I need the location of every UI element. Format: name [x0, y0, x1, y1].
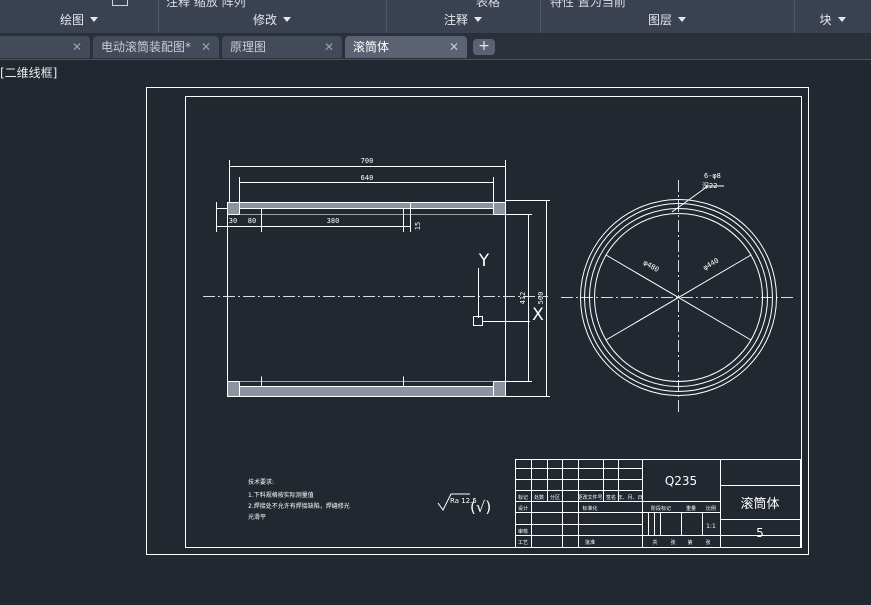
- dim-inner-length: 640: [361, 174, 374, 182]
- tb-sheets: 第: [687, 539, 692, 546]
- dim-overall-length: 700: [361, 157, 374, 165]
- tab-label: 电动滚筒装配图*: [101, 40, 192, 54]
- ribbon-group-title[interactable]: 绘图: [60, 13, 84, 27]
- tb-label-standard: 标准化: [582, 505, 597, 512]
- roughness-symbol: Ra 12.5 (√): [437, 493, 491, 516]
- ribbon-draw-top-icon[interactable]: [112, 0, 128, 10]
- tb-header: 年、月、日: [617, 494, 642, 501]
- roughness-suffix: (√): [470, 498, 491, 516]
- file-tab-bar: ✕ 电动滚筒装配图* ✕ 原理图 ✕ 滚筒体 ✕: [0, 34, 871, 60]
- tb-header: 处数: [534, 494, 544, 501]
- ribbon-group-title[interactable]: 修改: [253, 13, 277, 27]
- tab-schematic[interactable]: 原理图 ✕: [222, 36, 342, 58]
- tb-header: 签名: [606, 494, 616, 501]
- dim-step: 80: [248, 217, 256, 225]
- close-icon[interactable]: ✕: [449, 36, 459, 58]
- ucs-y-label: Y: [478, 251, 490, 271]
- tb-sheets: 张: [670, 539, 675, 546]
- ribbon-group-block[interactable]: 块: [794, 0, 871, 33]
- tech-notes-line: 2.焊接处不允许有焊接缺陷，焊缝修光: [248, 502, 350, 510]
- hole-depth-note: 深22: [702, 181, 717, 190]
- tab-assembly-drawing[interactable]: 电动滚筒装配图* ✕: [93, 36, 219, 58]
- tb-header: 更改文件号: [577, 494, 602, 501]
- tb-header: 标记: [518, 494, 528, 501]
- dim-thickness: 15: [414, 222, 422, 230]
- ribbon-group-title[interactable]: 块: [819, 13, 831, 27]
- chevron-down-icon[interactable]: [283, 17, 291, 22]
- tb-header: 比例: [706, 505, 716, 512]
- tab-label: 滚筒体: [353, 40, 390, 54]
- tech-notes-line: 1.下料规格按实际测量值: [248, 491, 314, 499]
- tab-label: 原理图: [230, 40, 267, 54]
- tab-drum-body[interactable]: 滚筒体 ✕: [345, 36, 467, 58]
- sheet-border: [146, 87, 809, 555]
- add-tab-button[interactable]: +: [473, 39, 495, 55]
- tab-start[interactable]: ✕: [0, 36, 90, 58]
- chevron-down-icon[interactable]: [90, 17, 98, 22]
- dim-outer-height: 500: [537, 292, 545, 305]
- ucs-icon: Y X: [473, 251, 544, 326]
- ribbon-modify-top-text[interactable]: 注释 缩放 阵列: [166, 0, 246, 10]
- tb-header: 阶段标记: [651, 505, 671, 512]
- tb-sheets: 共: [652, 539, 657, 546]
- close-icon[interactable]: ✕: [324, 36, 334, 58]
- chevron-down-icon[interactable]: [837, 17, 846, 22]
- close-icon[interactable]: ✕: [201, 36, 211, 58]
- ribbon-group-layers[interactable]: 特性 置为当前 图层: [540, 0, 795, 33]
- chevron-down-icon[interactable]: [678, 17, 686, 22]
- ribbon: 绘图 注释 缩放 阵列 修改 表格 注释 特性 置为当前 图层 块: [0, 0, 871, 34]
- tb-header: 重量: [686, 505, 696, 512]
- part-name: 滚筒体: [740, 496, 779, 512]
- title-block: Q235 滚筒体 5 1:1 标记 处数 分区 更改文件号 签名 年、月、日 设…: [515, 459, 801, 548]
- drawing-canvas[interactable]: 700 640 30 80 380 15 412 500 Y X 6-φ8 深2…: [0, 60, 871, 605]
- ribbon-group-title[interactable]: 图层: [648, 13, 672, 27]
- tb-label-approve: 批准: [585, 539, 595, 546]
- tb-header: 分区: [550, 494, 560, 501]
- tb-label-process: 工艺: [518, 540, 528, 546]
- scale-value: 1:1: [706, 523, 716, 530]
- close-icon[interactable]: ✕: [72, 36, 82, 58]
- ribbon-layers-top-text[interactable]: 特性 置为当前: [550, 0, 626, 10]
- tech-notes-title: 技术要求:: [248, 478, 274, 486]
- ribbon-group-modify[interactable]: 注释 缩放 阵列 修改: [158, 0, 387, 33]
- material: Q235: [665, 474, 697, 488]
- front-view: 700 640 30 80 380 15 412 500: [203, 157, 550, 397]
- ucs-x-label: X: [532, 305, 544, 325]
- dim-dia-outer: φ440: [702, 257, 721, 272]
- ribbon-group-annotation[interactable]: 表格 注释: [386, 0, 541, 33]
- dim-left-offset: 30: [229, 217, 237, 225]
- side-view: 6-φ8 深22 φ480 φ440: [561, 172, 795, 412]
- hole-count-note: 6-φ8: [704, 172, 721, 180]
- chevron-down-icon[interactable]: [474, 17, 482, 22]
- ribbon-group-title[interactable]: 注释: [444, 13, 468, 27]
- ribbon-group-draw[interactable]: 绘图: [0, 0, 159, 33]
- tb-label-design: 设计: [518, 505, 528, 512]
- tech-notes-line: 光滑平: [248, 513, 266, 521]
- ribbon-annotation-top-text[interactable]: 表格: [476, 0, 500, 10]
- dim-middle: 380: [327, 217, 340, 225]
- tb-label-review: 审核: [518, 528, 528, 535]
- sheet-number: 5: [756, 526, 764, 540]
- dim-dia-inner: φ480: [642, 259, 661, 274]
- tech-notes: 技术要求: 1.下料规格按实际测量值 2.焊接处不允许有焊接缺陷，焊缝修光 光滑…: [248, 478, 350, 521]
- dim-inner-height: 412: [519, 292, 527, 305]
- tb-sheets: 张: [705, 539, 710, 546]
